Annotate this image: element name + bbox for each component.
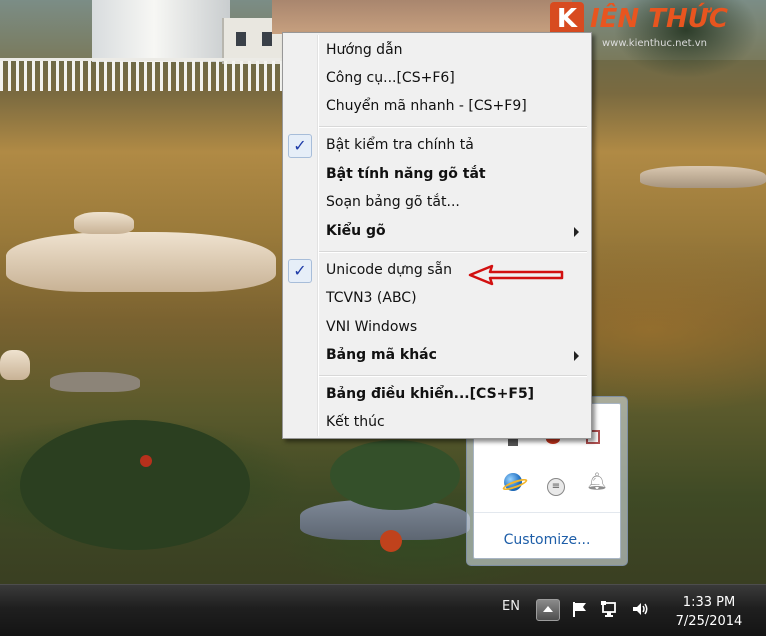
- wallpaper-rock: [6, 232, 276, 292]
- check-icon: ✓: [288, 259, 312, 283]
- network-icon[interactable]: [600, 599, 620, 619]
- menu-item-label: Kết thúc: [326, 414, 385, 430]
- menu-item-label: Unicode dựng sẵn: [326, 262, 452, 278]
- logo-text: IÊN THỨC: [590, 4, 728, 34]
- clock-date: 7/25/2014: [675, 614, 743, 629]
- submenu-arrow-icon: [574, 227, 579, 237]
- wallpaper-flower: [140, 455, 152, 467]
- red-arrow-annotation-icon: [468, 264, 564, 286]
- wallpaper-flower: [380, 530, 402, 552]
- show-hidden-icons-button[interactable]: [536, 599, 560, 621]
- menu-item-label: VNI Windows: [326, 319, 418, 335]
- menu-item-label: Chuyển mã nhanh - [CS+F9]: [326, 98, 527, 114]
- menu-item-tcvn3[interactable]: TCVN3 (ABC): [285, 286, 589, 312]
- menu-item-vni-windows[interactable]: VNI Windows: [285, 315, 589, 341]
- menu-item-label: TCVN3 (ABC): [326, 290, 417, 306]
- menu-item-label: Bảng điều khiển...[CS+F5]: [326, 386, 535, 402]
- volume-icon[interactable]: [630, 599, 650, 619]
- menu-item-go-tat[interactable]: Bật tính năng gõ tắt: [285, 162, 589, 188]
- menu-separator: [319, 126, 587, 128]
- menu-item-cong-cu[interactable]: Công cụ...[CS+F6]: [285, 66, 589, 92]
- taskbar: EN 1:33 PM 7/25/2014: [0, 584, 766, 636]
- menu-item-label: Kiểu gõ: [326, 223, 386, 239]
- menu-item-label: Bật kiểm tra chính tả: [326, 137, 474, 153]
- menu-item-label: Soạn bảng gõ tắt...: [326, 194, 460, 210]
- menu-item-kiem-tra-chinh-ta[interactable]: ✓ Bật kiểm tra chính tả: [285, 133, 589, 159]
- wallpaper-lighthouse: [92, 0, 230, 62]
- menu-item-label: Công cụ...[CS+F6]: [326, 70, 455, 86]
- menu-item-chuyen-ma-nhanh[interactable]: Chuyển mã nhanh - [CS+F9]: [285, 94, 589, 120]
- menu-item-bang-ma-khac[interactable]: Bảng mã khác: [285, 343, 589, 369]
- menu-item-ket-thuc[interactable]: Kết thúc: [285, 410, 589, 436]
- submenu-arrow-icon: [574, 351, 579, 361]
- flag-icon[interactable]: [570, 599, 590, 619]
- menu-item-huong-dan[interactable]: Hướng dẫn: [285, 38, 589, 64]
- logo-mark: K: [550, 2, 584, 36]
- wallpaper-rock: [74, 212, 134, 234]
- wallpaper-fence: [0, 58, 282, 91]
- menu-item-bang-dieu-khien[interactable]: Bảng điều khiển...[CS+F5]: [285, 382, 589, 408]
- wallpaper-window: [262, 32, 272, 46]
- messenger-icon[interactable]: ≡: [545, 471, 567, 496]
- menu-separator: [319, 375, 587, 377]
- menu-separator: [319, 251, 587, 253]
- flyout-divider: [474, 512, 620, 513]
- wallpaper-bush: [330, 440, 460, 510]
- unikey-context-menu: Hướng dẫn Công cụ...[CS+F6] Chuyển mã nh…: [282, 32, 592, 439]
- menu-item-label: Bảng mã khác: [326, 347, 437, 363]
- language-indicator[interactable]: EN: [502, 599, 520, 614]
- customize-link[interactable]: Customize...: [474, 532, 620, 548]
- action-center-bell-icon[interactable]: 🔔︎: [586, 471, 608, 493]
- menu-item-label: Hướng dẫn: [326, 42, 403, 58]
- logo-url: www.kienthuc.net.vn: [602, 38, 707, 49]
- system-clock[interactable]: 1:33 PM 7/25/2014: [664, 593, 754, 631]
- wallpaper-house: [272, 0, 572, 34]
- check-icon: ✓: [288, 134, 312, 158]
- wallpaper-rock: [0, 350, 30, 380]
- menu-item-kieu-go[interactable]: Kiểu gõ: [285, 219, 589, 245]
- wallpaper-bush: [20, 420, 250, 550]
- wallpaper-window: [236, 32, 246, 46]
- menu-item-label: Bật tính năng gõ tắt: [326, 166, 486, 182]
- wallpaper-rock: [50, 372, 140, 392]
- wallpaper-rock: [640, 166, 766, 188]
- clock-time: 1:33 PM: [682, 595, 736, 610]
- menu-item-soan-bang-go-tat[interactable]: Soạn bảng gõ tắt...: [285, 190, 589, 216]
- internet-explorer-icon[interactable]: [501, 471, 529, 493]
